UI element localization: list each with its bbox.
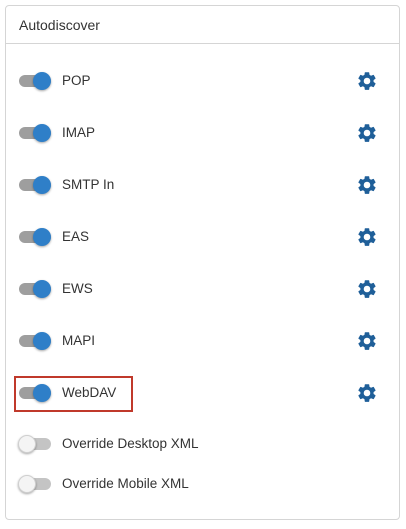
mapi-label: MAPI — [62, 333, 96, 348]
service-row-eas: EAS — [6, 222, 399, 252]
eas-toggle[interactable] — [19, 228, 51, 246]
service-row-override-desktop-xml: Override Desktop XML — [6, 429, 399, 459]
webdav-toggle[interactable] — [19, 384, 51, 402]
eas-settings-gear-icon[interactable] — [356, 226, 378, 248]
eas-label: EAS — [62, 229, 90, 244]
mapi-settings-gear-icon[interactable] — [356, 330, 378, 352]
override-mobile-xml-toggle[interactable] — [18, 475, 51, 493]
panel-header: Autodiscover — [6, 6, 399, 44]
service-row-mapi: MAPI — [6, 326, 399, 356]
override-desktop-xml-label: Override Desktop XML — [62, 436, 199, 451]
pop-toggle[interactable] — [19, 72, 51, 90]
override-desktop-xml-toggle[interactable] — [18, 435, 51, 453]
service-row-imap: IMAP — [6, 118, 399, 148]
service-row-webdav: WebDAV — [6, 378, 399, 408]
service-row-smtp-in: SMTP In — [6, 170, 399, 200]
panel-title: Autodiscover — [19, 16, 100, 33]
pop-settings-gear-icon[interactable] — [356, 70, 378, 92]
mapi-toggle[interactable] — [19, 332, 51, 350]
smtp-in-toggle[interactable] — [19, 176, 51, 194]
imap-toggle[interactable] — [19, 124, 51, 142]
override-mobile-xml-label: Override Mobile XML — [62, 476, 189, 491]
webdav-label: WebDAV — [62, 385, 117, 400]
webdav-settings-gear-icon[interactable] — [356, 382, 378, 404]
ews-settings-gear-icon[interactable] — [356, 278, 378, 300]
smtp-in-label: SMTP In — [62, 177, 115, 192]
ews-toggle[interactable] — [19, 280, 51, 298]
smtp-in-settings-gear-icon[interactable] — [356, 174, 378, 196]
imap-settings-gear-icon[interactable] — [356, 122, 378, 144]
pop-label: POP — [62, 73, 91, 88]
imap-label: IMAP — [62, 125, 96, 140]
service-row-pop: POP — [6, 66, 399, 96]
autodiscover-panel: Autodiscover POP IMAP SMTP In EAS EWS MA… — [5, 5, 400, 520]
service-row-override-mobile-xml: Override Mobile XML — [6, 469, 399, 499]
ews-label: EWS — [62, 281, 93, 296]
service-row-ews: EWS — [6, 274, 399, 304]
